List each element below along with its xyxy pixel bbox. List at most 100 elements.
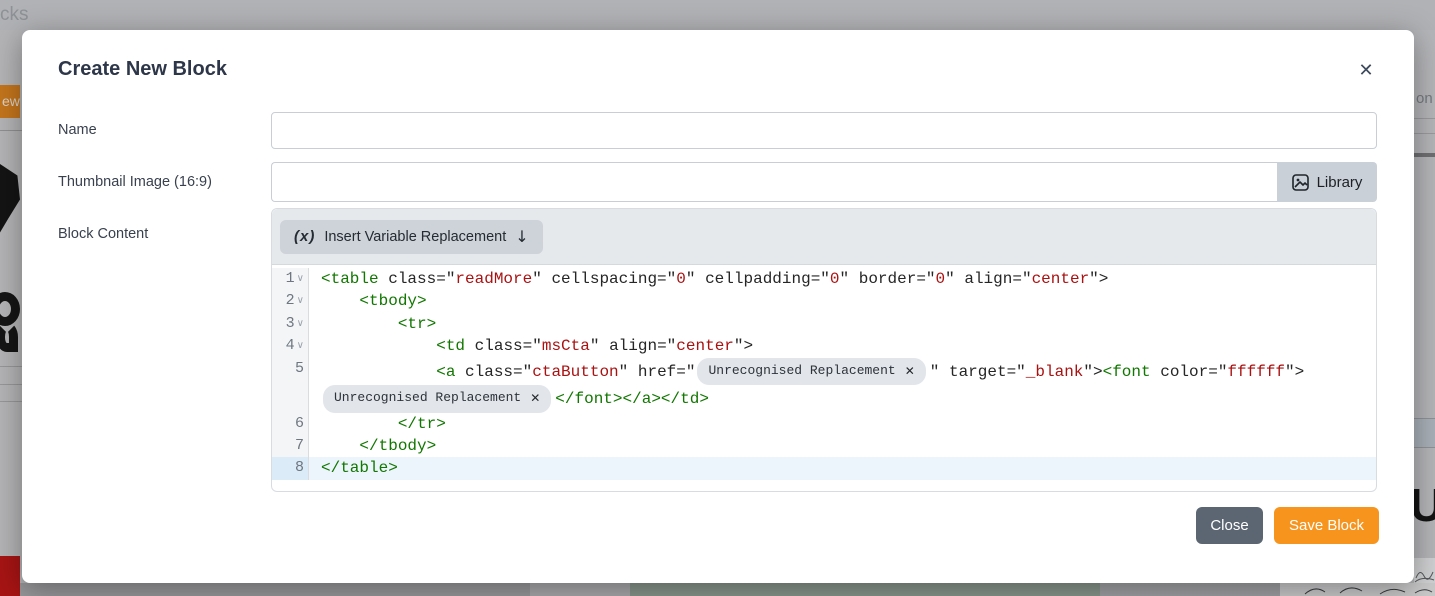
backdrop-heading-fragment: cks (0, 4, 29, 26)
code-content[interactable]: </tr> (309, 413, 1376, 435)
line-number: 8 (295, 457, 304, 479)
code-line[interactable]: 8 </table> (272, 457, 1376, 479)
code-line[interactable]: 5 <a class="ctaButton" href="Unrecognise… (272, 358, 1376, 413)
line-number: 7 (295, 435, 304, 457)
fold-chevron-icon[interactable]: ∨ (297, 290, 304, 312)
line-number-gutter: 3∨ (272, 313, 309, 335)
code-token: </tbody> (359, 437, 436, 455)
backdrop-thumbnail-fragment (1100, 583, 1280, 596)
backdrop-divider (1414, 133, 1435, 134)
backdrop-divider (0, 366, 22, 367)
fold-chevron-icon[interactable]: ∨ (297, 268, 304, 290)
backdrop-divider (0, 130, 22, 131)
backdrop-logo-shape (0, 322, 18, 352)
library-button-label: Library (1317, 174, 1363, 191)
create-new-block-dialog: Create New Block ✕ Name Thumbnail Image … (22, 30, 1414, 583)
code-line[interactable]: 3∨ <tr> (272, 313, 1376, 335)
line-number-gutter: 1∨ (272, 268, 309, 290)
fold-chevron-icon[interactable]: ∨ (297, 313, 304, 335)
code-line[interactable]: 6 </tr> (272, 413, 1376, 435)
code-token: "> (734, 337, 753, 355)
save-block-button[interactable]: Save Block (1274, 507, 1379, 544)
code-content[interactable]: </tbody> (309, 435, 1376, 457)
code-content[interactable]: <tr> (309, 313, 1376, 335)
code-text-row: </table> (321, 457, 1376, 479)
pill-label: Unrecognised Replacement (334, 386, 521, 411)
code-content[interactable]: <table class="readMore" cellspacing="0" … (309, 268, 1376, 290)
code-token: class=" (379, 270, 456, 288)
code-token: class=" (455, 363, 532, 381)
code-token: " align=" (590, 337, 676, 355)
code-token (321, 337, 436, 355)
code-text-row: <table class="readMore" cellspacing="0" … (321, 268, 1376, 290)
code-content[interactable]: </table> (309, 457, 1376, 479)
library-button[interactable]: Library (1277, 162, 1377, 202)
code-token: ffffff (1227, 363, 1285, 381)
line-number-gutter: 4∨ (272, 335, 309, 357)
line-number: 3 (286, 313, 295, 335)
fold-chevron-icon[interactable]: ∨ (297, 335, 304, 357)
backdrop-divider (1414, 118, 1435, 119)
code-token: "> (1083, 363, 1102, 381)
code-token: <table (321, 270, 379, 288)
code-line[interactable]: 7 </tbody> (272, 435, 1376, 457)
code-token: " target=" (930, 363, 1026, 381)
insert-variable-label: Insert Variable Replacement (324, 229, 506, 245)
code-lines[interactable]: 1∨ <table class="readMore" cellspacing="0… (272, 265, 1376, 491)
line-number-gutter: 5 (272, 358, 309, 413)
code-text-row: </tbody> (321, 435, 1376, 457)
close-icon[interactable]: ✕ (1352, 56, 1380, 84)
backdrop-thumbnail-fragment (0, 556, 20, 596)
pill-remove-icon[interactable]: ✕ (530, 386, 540, 411)
code-content[interactable]: <a class="ctaButton" href="Unrecognised … (309, 358, 1376, 413)
editor-toolbar: (x) Insert Variable Replacement ↓ (272, 209, 1376, 265)
line-number: 4 (286, 335, 295, 357)
variable-icon: (x) (294, 228, 315, 245)
close-button[interactable]: Close (1196, 507, 1263, 544)
variable-replacement-pill[interactable]: Unrecognised Replacement ✕ (323, 385, 551, 413)
code-token: " cellpadding=" (686, 270, 830, 288)
thumbnail-input-group: Library (271, 162, 1377, 202)
code-text-row: <a class="ctaButton" href="Unrecognised … (321, 358, 1376, 386)
dialog-title: Create New Block (58, 58, 227, 81)
backdrop-thumbnail-fragment (630, 583, 1100, 596)
code-token: " border=" (840, 270, 936, 288)
code-token: "> (1089, 270, 1108, 288)
line-number-gutter: 2∨ (272, 290, 309, 312)
insert-variable-replacement-button[interactable]: (x) Insert Variable Replacement ↓ (280, 220, 543, 254)
code-token: _blank (1026, 363, 1084, 381)
code-token: class=" (465, 337, 542, 355)
name-input[interactable] (271, 112, 1377, 149)
code-line[interactable]: 2∨ <tbody> (272, 290, 1376, 312)
code-content[interactable]: <td class="msCta" align="center"> (309, 335, 1376, 357)
code-text-row: Unrecognised Replacement✕</font></a></td… (321, 385, 1376, 413)
code-text-row: </tr> (321, 413, 1376, 435)
backdrop-divider (0, 384, 22, 385)
line-number-gutter: 7 (272, 435, 309, 457)
arrow-down-icon: ↓ (515, 227, 528, 246)
code-token (321, 363, 436, 381)
code-token: "> (1285, 363, 1304, 381)
line-number: 2 (286, 290, 295, 312)
code-token: 0 (936, 270, 946, 288)
code-token: center (676, 337, 734, 355)
code-content[interactable]: <tbody> (309, 290, 1376, 312)
code-token: 0 (676, 270, 686, 288)
code-token: ctaButton (532, 363, 618, 381)
line-number-gutter: 8 (272, 457, 309, 479)
code-token: <tr> (398, 315, 436, 333)
code-line[interactable]: 1∨ <table class="readMore" cellspacing="0… (272, 268, 1376, 290)
variable-replacement-pill[interactable]: Unrecognised Replacement ✕ (697, 358, 925, 386)
code-token: " href=" (619, 363, 696, 381)
pill-remove-icon[interactable]: ✕ (905, 359, 915, 384)
thumbnail-input[interactable] (271, 162, 1277, 202)
block-content-editor: (x) Insert Variable Replacement ↓ 1∨ <tab… (271, 208, 1377, 492)
image-icon (1292, 174, 1309, 191)
code-token: " align=" (945, 270, 1031, 288)
backdrop-button-fragment: on (1416, 90, 1433, 107)
code-line[interactable]: 4∨ <td class="msCta" align="center"> (272, 335, 1376, 357)
pill-label: Unrecognised Replacement (708, 359, 895, 384)
backdrop-divider (1414, 153, 1435, 157)
code-text-row: <tbody> (321, 290, 1376, 312)
backdrop-create-button-fragment: ew (0, 85, 20, 118)
